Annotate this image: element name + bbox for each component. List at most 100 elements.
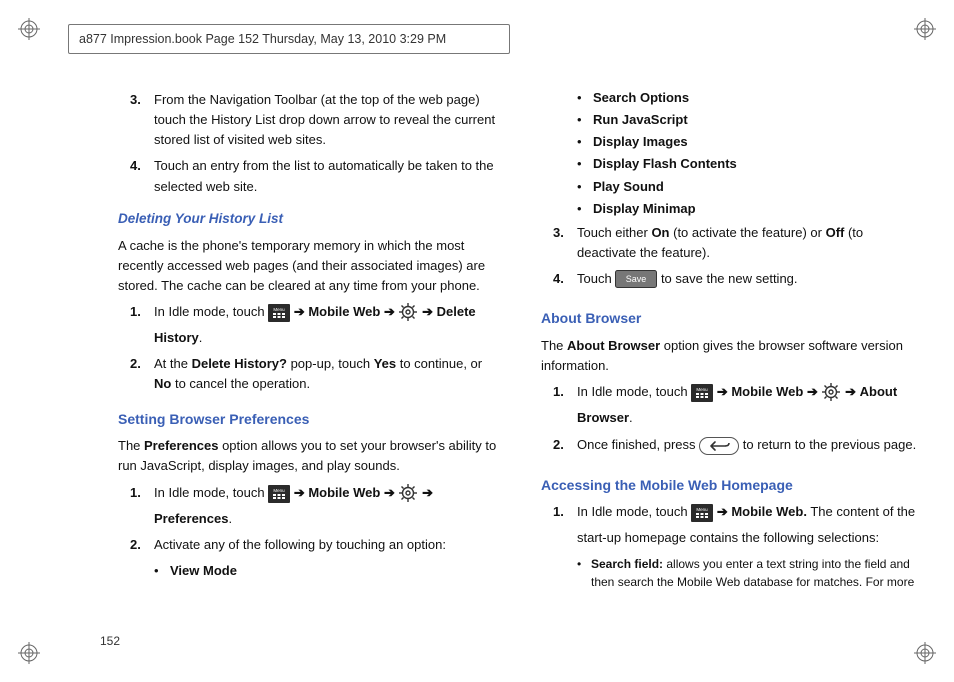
arrow-icon: ➔ [384,485,395,500]
list-number: 2. [130,354,154,394]
list-text: At the Delete History? pop-up, touch Yes… [154,354,501,394]
list-text: In Idle mode, touch Menu ➔ Mobile Web ➔ … [154,302,501,348]
menu-icon: Menu [268,304,290,328]
list-number: 1. [130,483,154,529]
left-column: 3. From the Navigation Toolbar (at the t… [118,86,501,642]
text: Once finished, press [577,437,699,452]
text: Touch [577,271,615,286]
list-item: 4. Touch an entry from the list to autom… [130,156,501,196]
heading-browser-preferences: Setting Browser Preferences [118,409,501,431]
text: Touch either [577,225,651,240]
text-bold: Off [826,225,845,240]
bullet-item: •Display Flash Contents [577,154,924,174]
arrow-icon: ➔ [807,384,818,399]
bullet-dot: • [577,199,593,219]
list-item: 2. At the Delete History? pop-up, touch … [130,354,501,394]
svg-text:Menu: Menu [697,387,709,392]
text: In Idle mode, touch [154,485,268,500]
arrow-icon: ➔ [422,304,433,319]
text-bold: Mobile Web [308,485,384,500]
bullet-item: •Display Minimap [577,199,924,219]
crop-mark-icon [914,18,936,40]
list-number: 1. [553,382,577,428]
list-number: 4. [130,156,154,196]
bullet-text: View Mode [170,561,237,581]
text-bold: Mobile Web. [731,504,807,519]
arrow-icon: ➔ [384,304,395,319]
list-number: 3. [553,223,577,263]
menu-icon: Menu [268,485,290,509]
text-bold: Search field: [591,557,663,571]
list-item: 3. From the Navigation Toolbar (at the t… [130,90,501,150]
svg-text:Menu: Menu [697,507,709,512]
arrow-icon: ➔ [845,384,856,399]
content-columns: 3. From the Navigation Toolbar (at the t… [118,86,924,642]
list-item: 3. Touch either On (to activate the feat… [553,223,924,263]
gear-icon [398,302,418,328]
page-header-box: a877 Impression.book Page 152 Thursday, … [68,24,510,54]
list-text: In Idle mode, touch Menu ➔ Mobile Web ➔ … [577,382,924,428]
list-number: 4. [553,269,577,294]
text: to save the new setting. [661,271,798,286]
arrow-icon: ➔ [717,504,728,519]
bullet-text: Display Flash Contents [593,154,737,174]
list-text: Once finished, press to return to the pr… [577,435,924,461]
save-button-graphic: Save [615,270,657,294]
list-item: 1. In Idle mode, touch Menu ➔ Mobile Web… [130,483,501,529]
gear-icon [821,382,841,408]
text-bold: Mobile Web [308,304,384,319]
bullet-dot: • [577,154,593,174]
crop-mark-icon [914,642,936,664]
text-bold: Yes [374,356,396,371]
text-bold: About Browser [567,338,660,353]
bullet-item: •Run JavaScript [577,110,924,130]
text: to return to the previous page. [743,437,916,452]
text: pop-up, touch [287,356,374,371]
text: In Idle mode, touch [577,504,691,519]
right-column: •Search Options •Run JavaScript •Display… [541,86,924,642]
bullet-dot: • [577,110,593,130]
text-bold: Preferences [154,511,228,526]
bullet-text: Display Minimap [593,199,696,219]
page-number: 152 [100,634,120,648]
list-item: 2. Once finished, press to return to the… [553,435,924,461]
bullet-dot: • [577,555,591,592]
bullet-dot: • [154,561,170,581]
text-bold: No [154,376,171,391]
svg-text:Menu: Menu [274,488,286,493]
bullet-text: Run JavaScript [593,110,688,130]
list-item: 1. In Idle mode, touch Menu ➔ Mobile Web… [130,302,501,348]
bullet-item: • View Mode [154,561,501,581]
bullet-item: •Search Options [577,88,924,108]
sub-bullet-text: Search field: allows you enter a text st… [591,555,924,592]
list-number: 1. [553,502,577,548]
menu-icon: Menu [691,504,713,528]
bullet-dot: • [577,88,593,108]
list-number: 3. [130,90,154,150]
list-text: In Idle mode, touch Menu ➔ Mobile Web ➔ … [154,483,501,529]
page-header-text: a877 Impression.book Page 152 Thursday, … [79,32,446,46]
menu-icon: Menu [691,384,713,408]
text-bold: Preferences [144,438,218,453]
back-button-icon [699,437,739,461]
list-text: In Idle mode, touch Menu ➔ Mobile Web. T… [577,502,924,548]
sub-bullet-item: • Search field: allows you enter a text … [577,555,924,592]
bullet-item: •Play Sound [577,177,924,197]
arrow-icon: ➔ [294,485,305,500]
paragraph: The About Browser option gives the brows… [541,336,924,376]
crop-mark-icon [18,18,40,40]
list-number: 2. [553,435,577,461]
bullet-dot: • [577,132,593,152]
crop-mark-icon [18,642,40,664]
heading-about-browser: About Browser [541,308,924,330]
list-text: Touch Save to save the new setting. [577,269,924,294]
heading-mobile-web-homepage: Accessing the Mobile Web Homepage [541,475,924,497]
gear-icon [398,483,418,509]
text: (to activate the feature) or [670,225,826,240]
paragraph: A cache is the phone's temporary memory … [118,236,501,296]
list-item: 2. Activate any of the following by touc… [130,535,501,555]
bullet-text: Play Sound [593,177,664,197]
text: In Idle mode, touch [577,384,691,399]
bullet-item: •Display Images [577,132,924,152]
arrow-icon: ➔ [422,485,433,500]
